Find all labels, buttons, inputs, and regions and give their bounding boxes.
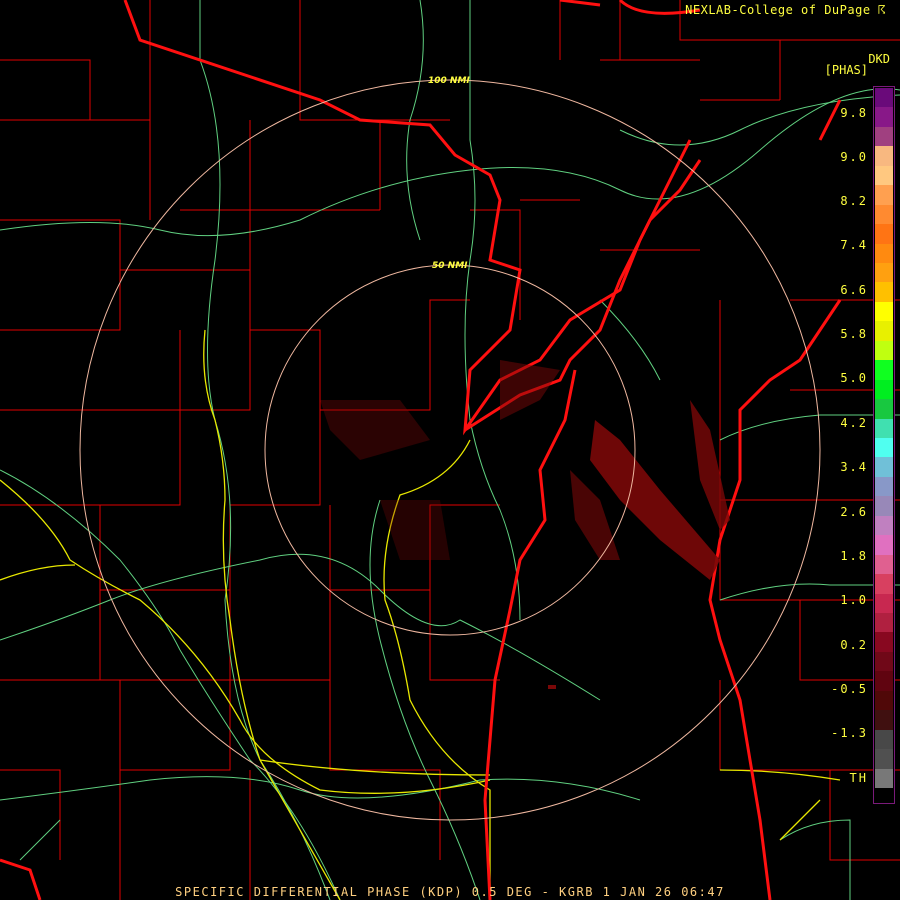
color-legend-tick: 5.8 — [840, 327, 868, 341]
color-legend-swatch — [875, 515, 893, 536]
color-legend-tick: 6.6 — [840, 283, 868, 297]
color-legend-swatch — [875, 632, 893, 653]
color-legend-swatch — [875, 301, 893, 322]
color-legend-tick: 4.2 — [840, 416, 868, 430]
color-legend-swatch — [875, 476, 893, 497]
color-legend-tick: 7.4 — [840, 238, 868, 252]
range-ring-label-50: 50 NMI — [432, 261, 468, 271]
color-legend-swatch — [875, 360, 893, 381]
color-legend-swatch — [875, 651, 893, 672]
roads — [0, 0, 900, 900]
color-legend-swatch — [875, 126, 893, 147]
color-legend-tick: -0.5 — [831, 682, 868, 696]
color-legend-tick: 2.6 — [840, 505, 868, 519]
credit-text: NEXLAB-College of DuPage ☈ — [685, 3, 886, 17]
radar-map: 50 NMI 100 NMI — [0, 0, 900, 900]
color-legend-swatch — [875, 671, 893, 692]
color-legend-swatch — [875, 185, 893, 206]
color-legend-tick: -1.3 — [831, 726, 868, 740]
color-legend-swatch — [875, 593, 893, 614]
color-legend-tick: 0.2 — [840, 638, 868, 652]
color-legend-swatch — [875, 282, 893, 303]
color-legend-tick: 1.8 — [840, 549, 868, 563]
color-legend-tick: 9.8 — [840, 106, 868, 120]
color-legend — [873, 86, 895, 804]
color-legend-swatch — [875, 749, 893, 770]
color-legend-swatch — [875, 165, 893, 186]
color-legend-tick: 3.4 — [840, 460, 868, 474]
color-legend-swatch — [875, 574, 893, 595]
color-legend-swatch — [875, 204, 893, 225]
product-caption: SPECIFIC DIFFERENTIAL PHASE (KDP) 0.5 DE… — [175, 885, 725, 899]
color-legend-swatch — [875, 457, 893, 478]
radar-echoes — [320, 360, 730, 689]
color-legend-swatch — [875, 496, 893, 517]
color-legend-swatch — [875, 690, 893, 711]
color-legend-swatch — [875, 379, 893, 400]
color-legend-swatch — [875, 399, 893, 420]
color-legend-swatch — [875, 263, 893, 283]
radar-display: 50 NMI 100 NMI NEXLAB-College of DuPage … — [0, 0, 900, 900]
product-code: DKD — [868, 52, 890, 66]
color-legend-swatch — [875, 146, 893, 167]
color-legend-swatch — [875, 88, 893, 108]
range-ring-label-100: 100 NMI — [428, 76, 470, 86]
color-legend-swatch — [875, 613, 893, 633]
color-legend-tick: 1.0 — [840, 593, 868, 607]
color-legend-swatch — [875, 321, 893, 342]
units-label: [PHAS] — [824, 63, 868, 77]
color-legend-swatch — [875, 224, 893, 245]
county-boundaries — [0, 0, 900, 900]
color-legend-tick: TH — [849, 771, 868, 785]
color-legend-swatch — [875, 768, 893, 789]
color-legend-swatch — [875, 554, 893, 575]
color-legend-tick: 8.2 — [840, 194, 868, 208]
color-legend-swatch — [875, 340, 893, 361]
color-legend-swatch — [875, 243, 893, 264]
color-legend-swatch — [875, 710, 893, 731]
color-legend-swatch — [875, 438, 893, 458]
color-legend-tick: 5.0 — [840, 371, 868, 385]
color-legend-swatch — [875, 418, 893, 439]
color-legend-swatch — [875, 535, 893, 556]
color-legend-swatch — [875, 729, 893, 750]
color-legend-tick: 9.0 — [840, 150, 868, 164]
color-legend-swatch — [875, 107, 893, 128]
